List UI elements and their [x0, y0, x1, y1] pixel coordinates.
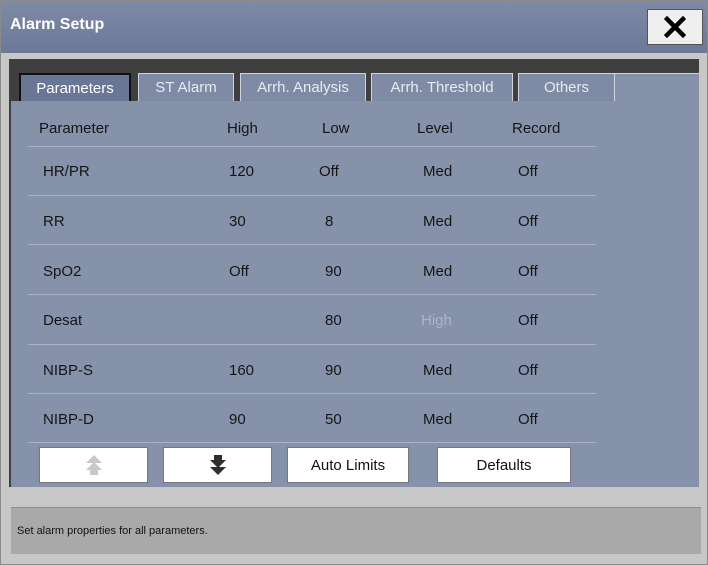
status-bar: Set alarm properties for all parameters.	[11, 507, 701, 554]
tab-arrh-threshold[interactable]: Arrh. Threshold	[371, 73, 513, 101]
high-limit-value[interactable]: 30	[229, 213, 246, 230]
dialog-title: Alarm Setup	[10, 16, 105, 33]
low-limit-value[interactable]: 8	[325, 213, 333, 230]
auto-limits-label: Auto Limits	[310, 456, 386, 474]
column-header-record: Record	[512, 120, 561, 137]
param-name: HR/PR	[43, 163, 90, 180]
record-value[interactable]: Off	[518, 362, 538, 379]
close-icon	[664, 16, 686, 38]
row-divider	[28, 393, 596, 394]
param-name: Desat	[43, 312, 83, 329]
tab-label: ST Alarm	[155, 79, 217, 96]
auto-limits-button[interactable]: Auto Limits	[287, 447, 409, 483]
arrow-down-icon	[209, 455, 226, 475]
record-value[interactable]: Off	[518, 312, 538, 329]
param-name: SpO2	[43, 263, 82, 280]
record-value[interactable]: Off	[518, 163, 538, 180]
column-header-level: Level	[417, 120, 453, 137]
tab-others[interactable]: Others	[518, 73, 615, 101]
title-bar: Alarm Setup	[1, 1, 707, 53]
column-header-high: High	[227, 120, 258, 137]
defaults-button[interactable]: Defaults	[437, 447, 571, 483]
record-value[interactable]: Off	[518, 411, 538, 428]
high-limit-value[interactable]: 160	[229, 362, 254, 379]
defaults-label: Defaults	[476, 456, 532, 474]
alarm-level-value[interactable]: Med	[423, 263, 452, 280]
tab-st-alarm[interactable]: ST Alarm	[138, 73, 234, 101]
alarm-setup-dialog: Alarm Setup Parameters ST Alarm Arrh. An…	[0, 0, 708, 565]
alarm-level-value[interactable]: Med	[423, 213, 452, 230]
status-message: Set alarm properties for all parameters.	[17, 525, 208, 537]
param-name: RR	[43, 213, 65, 230]
row-divider	[28, 195, 596, 196]
column-header-parameter: Parameter	[39, 120, 110, 137]
tab-strip-edge	[615, 73, 699, 101]
alarm-level-value[interactable]: Med	[423, 362, 452, 379]
param-name: NIBP-S	[43, 362, 94, 379]
column-header-low: Low	[322, 120, 350, 137]
low-limit-value[interactable]: 80	[325, 312, 342, 329]
tab-label: Others	[543, 79, 589, 96]
alarm-level-value[interactable]: Med	[423, 411, 452, 428]
alarm-level-value[interactable]: Med	[423, 163, 452, 180]
tab-parameters[interactable]: Parameters	[19, 73, 131, 101]
arrow-up-icon	[85, 455, 102, 475]
tab-arrh-analysis[interactable]: Arrh. Analysis	[240, 73, 366, 101]
low-limit-value[interactable]: Off	[319, 163, 339, 180]
record-value[interactable]: Off	[518, 213, 538, 230]
low-limit-value[interactable]: 90	[325, 263, 342, 280]
low-limit-value[interactable]: 50	[325, 411, 342, 428]
tab-label: Parameters	[36, 79, 114, 97]
high-limit-value[interactable]: 90	[229, 411, 246, 428]
low-limit-value[interactable]: 90	[325, 362, 342, 379]
row-divider	[28, 294, 596, 295]
page-down-button[interactable]	[163, 447, 272, 483]
page-up-button[interactable]	[39, 447, 148, 483]
high-limit-value[interactable]: 120	[229, 163, 254, 180]
row-divider	[28, 442, 596, 443]
tab-label: Arrh. Threshold	[390, 79, 494, 96]
row-divider	[28, 344, 596, 345]
row-divider	[28, 146, 596, 147]
close-button[interactable]	[647, 9, 703, 45]
row-divider	[28, 244, 596, 245]
tab-label: Arrh. Analysis	[257, 79, 349, 96]
record-value[interactable]: Off	[518, 263, 538, 280]
alarm-level-value-disabled: High	[421, 312, 452, 329]
param-name: NIBP-D	[43, 411, 94, 428]
high-limit-value[interactable]: Off	[229, 263, 249, 280]
